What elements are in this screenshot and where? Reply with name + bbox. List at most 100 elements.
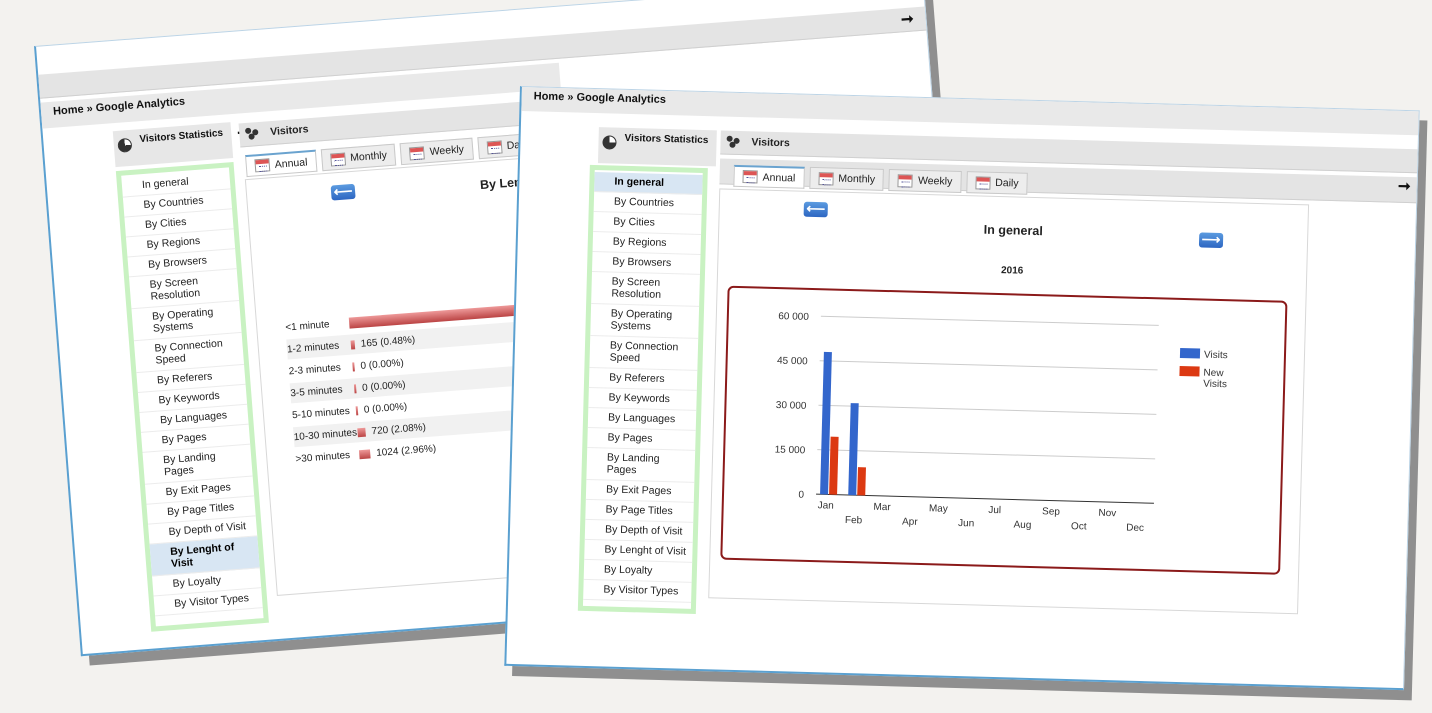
gridline xyxy=(818,404,1157,415)
tab-monthly[interactable]: Monthly xyxy=(320,143,397,172)
tab-label: Weekly xyxy=(429,143,465,158)
x-tick-label: Dec xyxy=(1126,523,1144,534)
calendar-icon xyxy=(975,175,991,190)
calendar-icon xyxy=(486,139,503,155)
prev-arrow-button[interactable]: ⟵ xyxy=(330,183,356,201)
row-label: >30 minutes xyxy=(295,449,351,465)
collapse-arrow-icon[interactable]: ➞ xyxy=(900,9,914,28)
x-tick-label: May xyxy=(929,503,948,515)
tab-label: Monthly xyxy=(838,172,876,186)
calendar-icon xyxy=(254,158,271,173)
bar-new-visits xyxy=(829,436,839,495)
bar-visits xyxy=(848,403,859,496)
pie-chart-icon xyxy=(117,137,133,153)
sidebar-item-operating-systems[interactable]: By Operating Systems xyxy=(590,304,700,339)
breadcrumb-section[interactable]: Google Analytics xyxy=(576,92,666,106)
tab-label: Annual xyxy=(762,171,796,184)
chart-frame: 0 15 000 30 000 45 000 60 000 Jan Feb Mar Apr May… xyxy=(720,285,1288,575)
row-label: 10-30 minutes xyxy=(293,426,358,443)
legend-label: Visits xyxy=(1204,350,1228,362)
legend-label: Visits xyxy=(1203,379,1227,391)
x-tick-label: Aug xyxy=(1013,520,1031,531)
y-tick-label: 30 000 xyxy=(776,400,807,412)
panel-title: Visitors xyxy=(269,123,309,139)
tab-weekly[interactable]: Weekly xyxy=(400,137,474,166)
y-tick-label: 60 000 xyxy=(778,311,809,323)
tab-label: Monthly xyxy=(349,149,388,165)
legend-label: New xyxy=(1203,368,1224,380)
visitors-icon xyxy=(244,127,262,141)
visits-chart: 0 15 000 30 000 45 000 60 000 Jan Feb Mar Apr May… xyxy=(775,311,1228,534)
back-sidebar: In general By Countries By Cities By Reg… xyxy=(115,162,269,632)
calendar-icon xyxy=(409,145,426,160)
row-label: <1 minute xyxy=(284,318,330,334)
front-content: ⟵ ⟶ In general 2016 0 15 000 30 000 45 000 6… xyxy=(708,188,1310,615)
x-tick-label: Jul xyxy=(988,505,1001,516)
sidebar-header: Visitors Statistics xyxy=(597,127,717,167)
row-label: 1-2 minutes xyxy=(286,339,340,355)
row-label: 5-10 minutes xyxy=(291,405,351,421)
tab-monthly[interactable]: Monthly xyxy=(809,166,885,191)
sidebar-header: Visitors Statistics xyxy=(112,122,234,168)
x-tick-label: Jun xyxy=(958,518,974,529)
x-tick-label: Mar xyxy=(873,502,891,513)
sidebar-item-screen-resolution[interactable]: By Screen Resolution xyxy=(591,272,700,307)
row-value: 1024 (2.96%) xyxy=(375,442,437,459)
sidebar-title: Visitors Statistics xyxy=(624,132,709,147)
calendar-icon xyxy=(818,171,834,186)
gridline xyxy=(820,315,1159,326)
tab-weekly[interactable]: Weekly xyxy=(888,169,962,193)
legend-swatch xyxy=(1179,347,1201,359)
row-value: 720 (2.08%) xyxy=(371,421,427,437)
tab-label: Weekly xyxy=(917,174,953,188)
tab-label: Daily xyxy=(995,176,1019,190)
x-tick-label: Jan xyxy=(818,500,834,511)
bar-new-visits xyxy=(857,467,866,496)
sidebar-item-connection-speed[interactable]: By Connection Speed xyxy=(589,335,699,371)
x-axis-line xyxy=(816,493,1154,504)
row-bar xyxy=(357,427,366,437)
row-value: 165 (0.48%) xyxy=(360,334,416,350)
pie-chart-icon xyxy=(602,135,617,150)
row-label: 2-3 minutes xyxy=(288,361,342,377)
row-value: 0 (0.00%) xyxy=(360,357,405,372)
tab-annual[interactable]: Annual xyxy=(244,149,318,178)
breadcrumb-separator: » xyxy=(567,91,574,104)
x-tick-label: Oct xyxy=(1071,521,1087,532)
row-bar xyxy=(350,339,356,350)
breadcrumb-home[interactable]: Home xyxy=(534,90,565,103)
x-tick-label: Apr xyxy=(902,516,919,527)
breadcrumb-separator: » xyxy=(86,102,94,116)
x-tick-label: Sep xyxy=(1042,506,1061,517)
front-sidebar: In general By Countries By Cities By Reg… xyxy=(577,164,708,614)
row-value: 0 (0.00%) xyxy=(363,400,408,416)
calendar-icon xyxy=(329,151,346,167)
gridline xyxy=(817,449,1156,460)
breadcrumb-section[interactable]: Google Analytics xyxy=(95,96,185,115)
row-bar xyxy=(352,361,355,371)
tab-annual[interactable]: Annual xyxy=(733,164,805,189)
report-title: In general xyxy=(983,222,1043,239)
calendar-icon xyxy=(742,170,758,184)
collapse-arrow-icon[interactable]: ➞ xyxy=(1398,177,1411,195)
x-tick-label: Nov xyxy=(1098,508,1116,519)
chart-year: 2016 xyxy=(1000,265,1024,277)
y-tick-label: 15 000 xyxy=(775,445,806,457)
y-tick-label: 0 xyxy=(798,490,804,501)
row-bar xyxy=(353,383,357,393)
row-bar xyxy=(355,405,359,415)
breadcrumb-home[interactable]: Home xyxy=(53,103,84,117)
visitors-icon xyxy=(726,135,742,149)
row-bar xyxy=(358,448,371,459)
row-label: 3-5 minutes xyxy=(289,383,343,399)
front-window: Home » Google Analytics Visitors Statist… xyxy=(504,86,1420,691)
tab-daily[interactable]: Daily xyxy=(965,171,1028,195)
prev-arrow-button[interactable]: ⟵ xyxy=(803,201,828,218)
tab-label: Annual xyxy=(274,155,308,171)
calendar-icon xyxy=(897,173,914,188)
sidebar-item-landing-pages[interactable]: By Landing Pages xyxy=(586,447,696,483)
sidebar-item-visitor-types[interactable]: By Visitor Types xyxy=(583,579,692,603)
row-value: 0 (0.00%) xyxy=(361,379,406,394)
y-tick-label: 45 000 xyxy=(777,356,808,368)
gridline xyxy=(819,360,1158,371)
